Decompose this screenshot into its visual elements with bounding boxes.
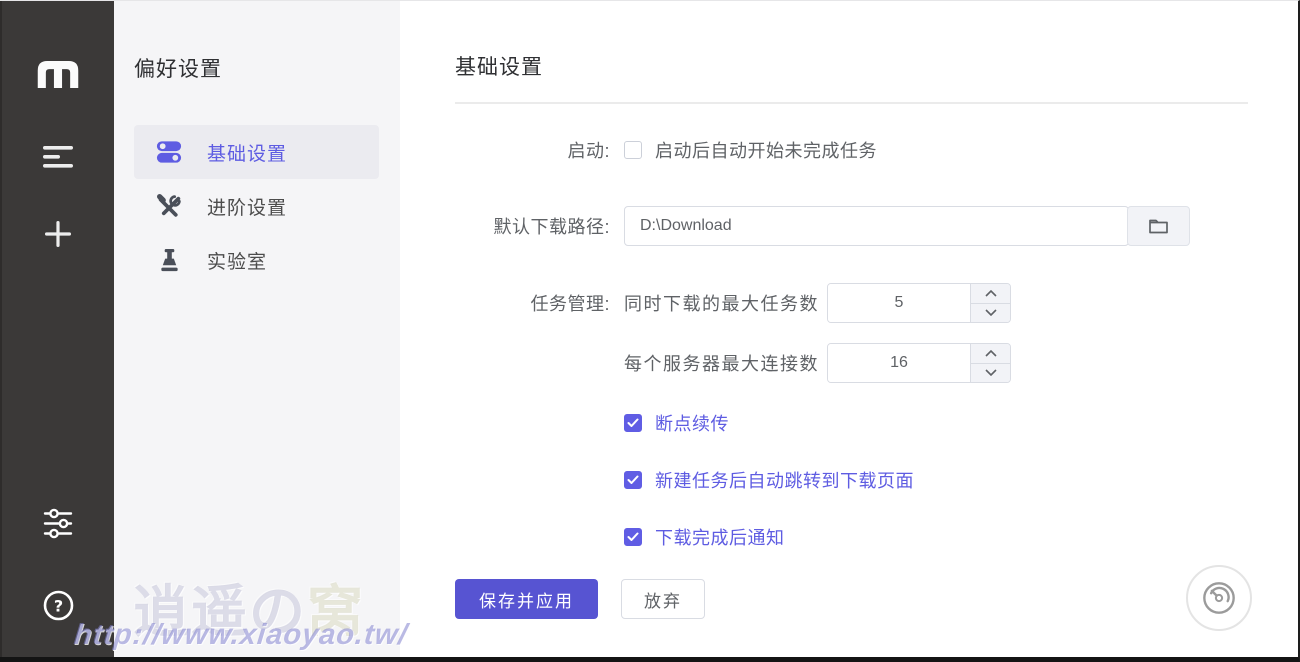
max-connections-row: 每个服务器最大连接数	[455, 343, 1248, 383]
task-list-button[interactable]	[42, 144, 74, 170]
app-window: ? 偏好设置 基础设置	[0, 0, 1300, 662]
folder-icon	[1148, 217, 1169, 235]
svg-text:?: ?	[53, 597, 62, 616]
resume-checkbox[interactable]: 断点续传	[624, 410, 1248, 436]
increment-button[interactable]	[971, 344, 1010, 364]
preferences-sliders-icon	[42, 507, 75, 540]
speed-limit-button[interactable]	[1186, 565, 1252, 631]
chevron-down-icon	[985, 369, 997, 376]
spinner-arrows	[970, 284, 1010, 322]
chevron-up-icon	[985, 290, 997, 297]
checkbox-label: 新建任务后自动跳转到下载页面	[655, 467, 914, 493]
notify-option-row: 下载完成后通知	[455, 517, 1248, 557]
discard-button[interactable]: 放弃	[621, 579, 705, 619]
jump-to-downloads-checkbox[interactable]: 新建任务后自动跳转到下载页面	[624, 467, 1248, 493]
preferences-panel: 偏好设置 基础设置	[114, 1, 400, 657]
menu-item-advanced-settings[interactable]: 进阶设置	[134, 179, 379, 233]
checkbox-label: 下载完成后通知	[655, 524, 785, 550]
motrix-logo	[37, 61, 79, 88]
spinner-arrows	[970, 344, 1010, 382]
max-tasks-spinner	[827, 283, 1011, 323]
startup-resume-checkbox[interactable]: 启动后自动开始未完成任务	[624, 137, 1248, 163]
max-tasks-input[interactable]	[828, 284, 970, 322]
tools-icon	[156, 193, 182, 219]
settings-content: 基础设置 启动: 启动后自动开始未完成任务 默认下载路径:	[400, 1, 1298, 657]
toggles-icon	[156, 139, 182, 165]
preferences-button[interactable]	[42, 507, 75, 540]
chevron-down-icon	[985, 309, 997, 316]
max-connections-label: 每个服务器最大连接数	[624, 350, 819, 376]
help-question-icon: ?	[43, 590, 74, 621]
decrement-button[interactable]	[971, 304, 1010, 323]
task-list-icon	[42, 144, 74, 170]
save-apply-button[interactable]: 保存并应用	[455, 579, 598, 619]
download-path-row: 默认下载路径:	[455, 206, 1248, 246]
menu-item-lab[interactable]: 实验室	[134, 233, 379, 287]
task-management-label: 任务管理:	[455, 290, 610, 316]
startup-label: 启动:	[455, 137, 610, 163]
title-divider	[455, 102, 1248, 104]
menu-item-basic-settings[interactable]: 基础设置	[134, 125, 379, 179]
startup-row: 启动: 启动后自动开始未完成任务	[455, 130, 1248, 170]
max-tasks-label: 同时下载的最大任务数	[624, 290, 819, 316]
jump-option-row: 新建任务后自动跳转到下载页面	[455, 460, 1248, 500]
checkbox-label: 断点续传	[655, 410, 729, 436]
checkbox-box[interactable]	[624, 528, 642, 546]
download-path-group	[624, 206, 1190, 246]
basic-settings-form: 启动: 启动后自动开始未完成任务 默认下载路径:	[455, 130, 1248, 619]
increment-button[interactable]	[971, 284, 1010, 304]
download-path-input[interactable]	[624, 206, 1129, 246]
add-task-icon	[44, 220, 72, 248]
checkbox-box[interactable]	[624, 414, 642, 432]
motrix-logo-icon	[37, 61, 79, 88]
panel-title: 偏好设置	[134, 53, 379, 83]
help-button[interactable]: ?	[43, 590, 74, 621]
check-icon	[627, 475, 639, 485]
preferences-menu: 基础设置 进阶设置	[134, 125, 379, 287]
check-icon	[627, 532, 639, 542]
max-connections-input[interactable]	[828, 344, 970, 382]
download-path-label: 默认下载路径:	[455, 213, 610, 239]
form-actions: 保存并应用 放弃	[455, 579, 1248, 619]
page-title: 基础设置	[455, 51, 1248, 81]
check-icon	[627, 418, 639, 428]
menu-item-label: 实验室	[207, 247, 267, 274]
checkbox-label: 启动后自动开始未完成任务	[655, 137, 877, 163]
resume-option-row: 断点续传	[455, 403, 1248, 443]
app-sidebar: ?	[0, 1, 114, 657]
browse-folder-button[interactable]	[1127, 206, 1190, 246]
max-tasks-field: 同时下载的最大任务数	[624, 283, 1248, 323]
chevron-up-icon	[985, 350, 997, 357]
max-tasks-row: 任务管理: 同时下载的最大任务数	[455, 283, 1248, 323]
checkbox-box[interactable]	[624, 471, 642, 489]
add-task-button[interactable]	[44, 220, 72, 248]
notify-on-complete-checkbox[interactable]: 下载完成后通知	[624, 524, 1248, 550]
menu-item-label: 基础设置	[207, 139, 287, 166]
speedometer-icon	[1197, 576, 1241, 620]
checkbox-box[interactable]	[624, 141, 642, 159]
decrement-button[interactable]	[971, 364, 1010, 383]
lab-stamp-icon	[156, 247, 182, 273]
menu-item-label: 进阶设置	[207, 193, 287, 220]
max-connections-spinner	[827, 343, 1011, 383]
max-connections-field: 每个服务器最大连接数	[624, 343, 1248, 383]
